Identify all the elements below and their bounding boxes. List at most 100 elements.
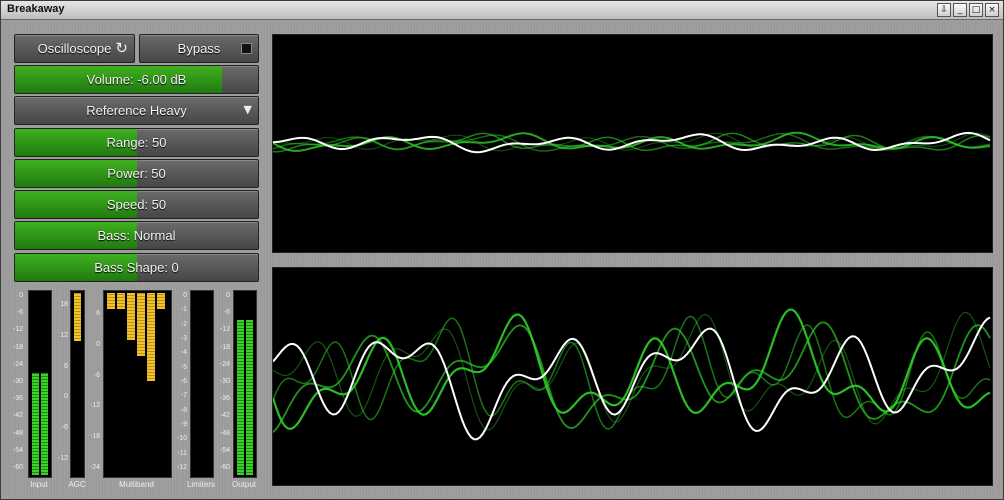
input-tick-label: -60: [12, 464, 23, 471]
input-tick-label: -12: [12, 326, 23, 334]
input-meter: [28, 290, 52, 478]
limiters-tick-label: -4: [180, 349, 187, 357]
oscilloscope-bottom: [271, 267, 993, 486]
input-tick-label: -48: [12, 429, 23, 437]
refresh-icon[interactable]: ↻: [115, 39, 128, 57]
bypass-button[interactable]: Bypass: [139, 34, 259, 63]
bypass-indicator-icon: [241, 43, 252, 54]
multiband-tick-label: -6: [93, 371, 100, 379]
speed-label: Speed: 50: [106, 197, 167, 212]
input-tick-label: -42: [12, 412, 23, 420]
app-window: Breakaway ⇩ _ □ × Oscilloscope ↻ Bypass …: [0, 0, 1004, 500]
output-tick-label: -42: [219, 412, 230, 420]
agc-tick-label: 0: [64, 393, 68, 401]
chevron-down-icon[interactable]: ▼: [244, 103, 252, 116]
multiband-meter-label: Multiband: [119, 480, 154, 489]
close-button[interactable]: ×: [985, 3, 999, 17]
output-tick-label: -36: [219, 395, 230, 403]
oscilloscope-button[interactable]: Oscilloscope ↻: [14, 34, 135, 63]
multiband-tick-label: -24: [89, 464, 100, 471]
oscilloscope-top: [272, 34, 993, 253]
input-tick-label: -54: [12, 446, 23, 454]
volume-slider[interactable]: Volume: -6.00 dB: [14, 65, 259, 94]
limiters-meter-label: Limiters: [186, 480, 215, 489]
pin-button[interactable]: ⇩: [937, 3, 951, 17]
preset-dropdown[interactable]: Reference Heavy ▼: [14, 96, 259, 125]
range-slider[interactable]: Range: 50: [14, 128, 259, 157]
bypass-label: Bypass: [177, 41, 221, 56]
waveform-trace: [272, 311, 991, 431]
input-meter-label: Input: [30, 480, 48, 489]
output-tick-label: 0: [226, 292, 230, 299]
limiters-tick-label: -5: [180, 363, 187, 371]
window-controls: ⇩ _ □ ×: [937, 3, 999, 17]
power-slider[interactable]: Power: 50: [14, 159, 259, 188]
input-tick-label: -24: [12, 360, 23, 368]
limiters-tick-label: 0: [183, 292, 187, 299]
input-tick-label: 0: [19, 292, 23, 299]
limiters-tick-label: -3: [180, 335, 187, 342]
bass-label: Bass: Normal: [97, 228, 176, 243]
limiters-tick-label: -12: [176, 464, 187, 471]
minimize-button[interactable]: _: [953, 3, 967, 17]
input-tick-label: -6: [16, 309, 23, 317]
output-tick-label: -12: [219, 326, 230, 334]
output-tick-label: -48: [219, 429, 230, 437]
title-bar: Breakaway ⇩ _ □ ×: [1, 1, 1003, 20]
agc-meter: [70, 290, 85, 478]
volume-label: Volume: -6.00 dB: [86, 72, 187, 87]
oscilloscope-label: Oscilloscope: [37, 41, 112, 56]
agc-tick-label: -12: [57, 455, 68, 462]
multiband-bar: [137, 293, 145, 356]
bass-shape-slider[interactable]: Bass Shape: 0: [14, 253, 259, 282]
limiters-tick-label: -11: [177, 449, 187, 457]
input-tick-label: -18: [12, 343, 23, 351]
output-tick-label: -24: [219, 360, 230, 368]
agc-bar: [74, 293, 81, 341]
waveform-trace: [272, 316, 991, 441]
window-title: Breakaway: [7, 3, 65, 15]
agc-tick-label: 6: [64, 362, 68, 370]
limiters-tick-label: -10: [176, 435, 187, 443]
multiband-meter: [103, 290, 172, 478]
range-label: Range: 50: [106, 135, 167, 150]
input-tick-label: -36: [12, 395, 23, 403]
output-bar-right: [246, 320, 253, 475]
limiters-tick-label: -8: [180, 406, 187, 414]
output-bar-left: [237, 320, 244, 475]
waveform-top: [272, 131, 991, 154]
waveform-trace: [272, 315, 991, 430]
bass-shape-label: Bass Shape: 0: [94, 260, 179, 275]
output-tick-label: -6: [223, 309, 230, 317]
multiband-tick-label: -18: [89, 433, 100, 441]
agc-tick-label: -6: [61, 424, 68, 432]
multiband-bar: [127, 293, 135, 341]
output-tick-label: -54: [219, 446, 230, 454]
output-meter: [233, 290, 257, 478]
bass-slider[interactable]: Bass: Normal: [14, 221, 259, 250]
limiters-tick-label: -9: [180, 421, 187, 428]
multiband-tick-label: -12: [89, 402, 100, 410]
limiters-tick-label: -1: [180, 306, 187, 314]
agc-meter-label: AGC: [68, 480, 86, 489]
agc-tick-label: 12: [60, 331, 68, 339]
output-tick-label: -60: [219, 464, 230, 471]
input-tick-label: -30: [12, 378, 23, 385]
maximize-button[interactable]: □: [969, 3, 983, 17]
output-meter-label: Output: [231, 480, 256, 489]
multiband-bar: [147, 293, 155, 382]
multiband-bar: [157, 293, 165, 310]
input-bar-left: [32, 373, 39, 475]
multiband-tick-label: 0: [96, 340, 100, 348]
speed-slider[interactable]: Speed: 50: [14, 190, 259, 219]
limiters-tick-label: -6: [180, 378, 187, 385]
power-label: Power: 50: [107, 166, 166, 181]
limiters-tick-label: -2: [180, 320, 187, 328]
output-tick-label: -30: [219, 378, 230, 385]
agc-tick-label: 18: [60, 301, 68, 308]
multiband-bar: [107, 293, 115, 310]
multiband-bar: [117, 293, 125, 310]
limiters-tick-label: -7: [180, 392, 187, 400]
multiband-tick-label: 6: [96, 310, 100, 317]
limiters-meter: [190, 290, 214, 478]
